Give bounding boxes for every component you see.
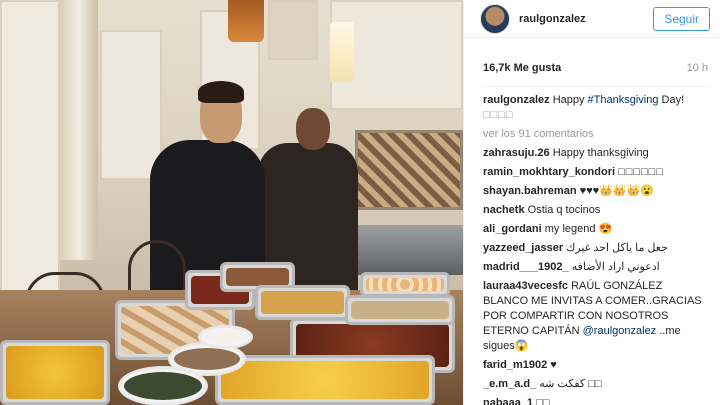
comment-username[interactable]: nachetk — [483, 204, 525, 216]
person-cooking — [258, 108, 363, 293]
comment-username[interactable]: ali_gordani — [483, 223, 542, 235]
avatar[interactable] — [480, 3, 510, 34]
bread-tray — [360, 272, 450, 297]
cabinet — [0, 0, 60, 300]
comment-username[interactable]: nabaaa_1 — [483, 397, 533, 405]
comment-text: ♥♥♥👑👑👑😮 — [579, 185, 654, 197]
comment: farid_m1902 ♥ — [483, 358, 710, 373]
comment: madrid___1902_ ادعوني اراد الأضافه — [483, 260, 710, 275]
comment: shayan.bahreman ♥♥♥👑👑👑😮 — [483, 184, 710, 199]
comment: nabaaa_1 □□ — [483, 396, 710, 405]
comment: lauraa43vecesfc RAÚL GONZÁLEZ BLANCO ME … — [483, 279, 710, 354]
comment-text: ♥ — [550, 359, 557, 371]
bowl — [198, 325, 253, 349]
mention-link[interactable]: @raulgonzalez — [583, 325, 657, 337]
comment: ramin_mokhtary_kondori □□□□□□ — [483, 165, 710, 180]
likes-row: 16,7k Me gusta 10 h — [464, 38, 720, 74]
comment-text: □□ — [536, 397, 550, 405]
window — [268, 0, 318, 60]
caption: raulgonzalez Happy #Thanksgiving Day! □□… — [483, 93, 710, 123]
post-time[interactable]: 10 h — [687, 62, 708, 74]
comment-username[interactable]: yazzeed_jasser — [483, 242, 563, 254]
comment-username[interactable]: farid_m1902 — [483, 359, 547, 371]
comment-text: Happy thanksgiving — [552, 147, 649, 159]
comment-text: کفکت شه □□ — [539, 378, 602, 390]
comment-username[interactable]: madrid___1902_ — [483, 261, 569, 273]
comment-text: Ostia q tocinos — [527, 204, 601, 216]
food-tray — [345, 295, 455, 325]
author-username[interactable]: raulgonzalez — [519, 13, 653, 25]
comment: nachetk Ostia q tocinos — [483, 203, 710, 218]
comment-username[interactable]: ramin_mokhtary_kondori — [483, 166, 615, 178]
caption-text-end: Day! — [658, 94, 685, 106]
pendant-lamp — [228, 0, 264, 42]
comment-username[interactable]: lauraa43vecesfc — [483, 280, 568, 292]
comment-text: □□□□□□ — [618, 166, 664, 178]
food-tray — [0, 340, 110, 405]
comment: zahrasuju.26 Happy thanksgiving — [483, 146, 710, 161]
post-header: raulgonzalez Seguir — [464, 0, 720, 38]
post-photo[interactable] — [0, 0, 463, 405]
food-tray — [215, 355, 435, 405]
tile-backsplash — [355, 130, 463, 210]
comment-username[interactable]: zahrasuju.26 — [483, 147, 550, 159]
comment-text: ادعوني اراد الأضافه — [571, 261, 660, 273]
caption-text: Happy — [552, 94, 588, 106]
view-all-comments-link[interactable]: ver los 91 comentarios — [483, 127, 710, 142]
caption-username[interactable]: raulgonzalez — [483, 94, 550, 106]
post-sidebar: raulgonzalez Seguir 16,7k Me gusta 10 h … — [463, 0, 720, 405]
hashtag-link[interactable]: #Thanksgiving — [588, 94, 659, 106]
comment-text: جعل ما ياكل احد غيرك — [566, 242, 668, 254]
caption-glyphs: □□□□ — [483, 109, 514, 121]
comment: ali_gordani my legend 😍 — [483, 222, 710, 237]
column — [60, 0, 98, 260]
pendant-lamp — [330, 22, 354, 82]
comment: yazzeed_jasser جعل ما ياكل احد غيرك — [483, 241, 710, 256]
bowl — [118, 366, 208, 405]
follow-button[interactable]: Seguir — [653, 6, 710, 31]
comments-list: raulgonzalez Happy #Thanksgiving Day! □□… — [464, 87, 720, 405]
likes-count[interactable]: 16,7k Me gusta — [483, 62, 561, 74]
comment: _e.m_a.d_ کفکت شه □□ — [483, 377, 710, 392]
food-tray — [255, 285, 350, 320]
comment-text: my legend 😍 — [544, 223, 613, 235]
comment-username[interactable]: shayan.bahreman — [483, 185, 577, 197]
comment-username[interactable]: _e.m_a.d_ — [483, 378, 536, 390]
